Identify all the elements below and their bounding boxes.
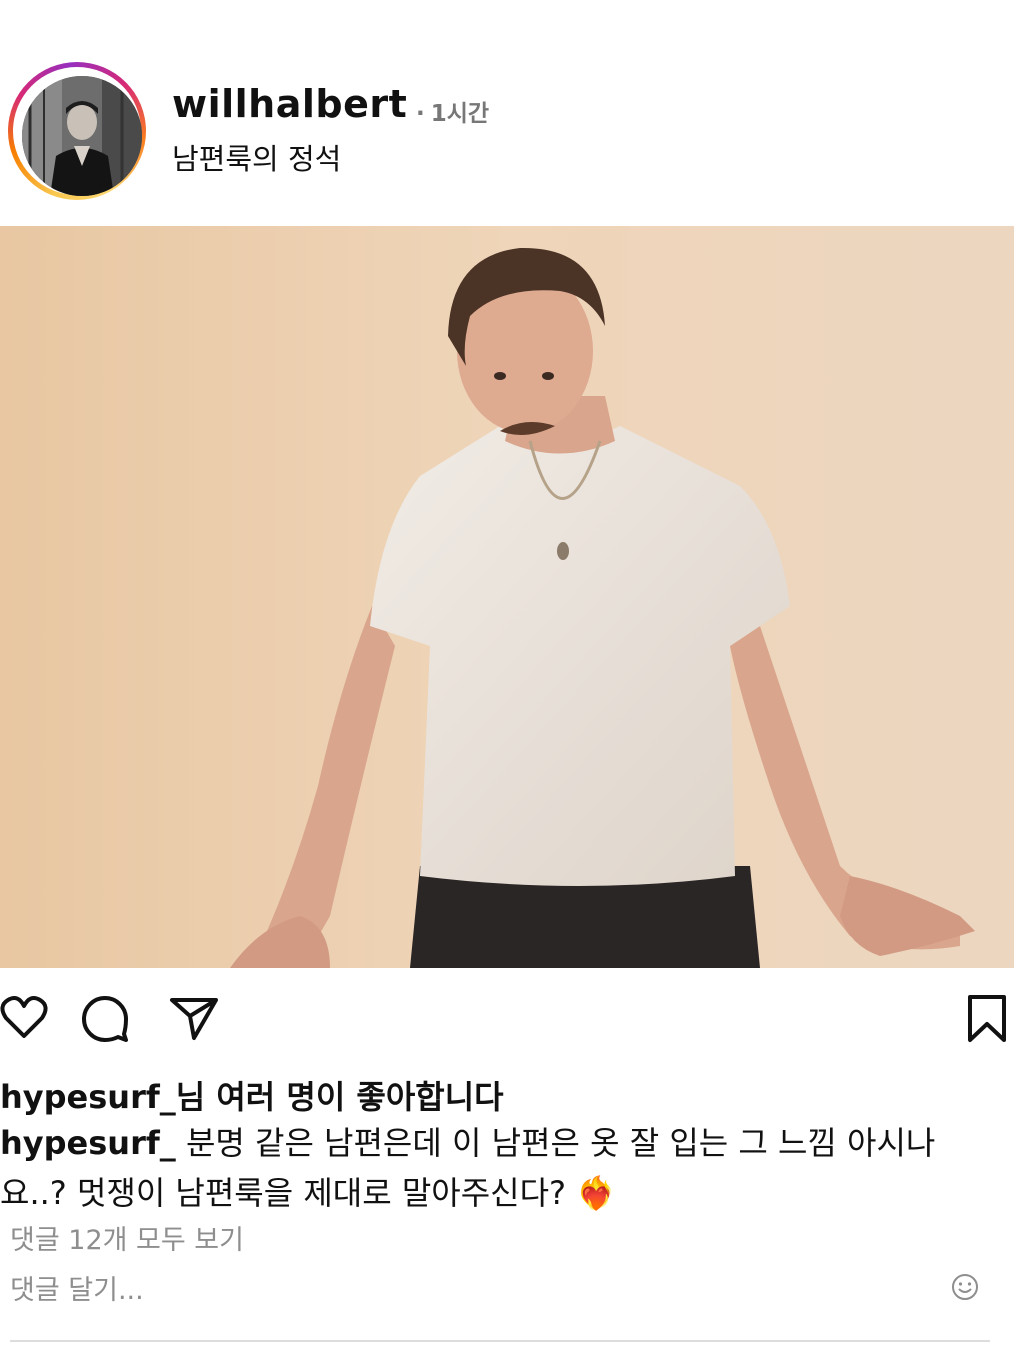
heart-icon bbox=[0, 996, 48, 1046]
time-label: 1시간 bbox=[430, 101, 490, 127]
comment-button[interactable] bbox=[80, 994, 130, 1044]
post-username[interactable]: willhalbert bbox=[172, 82, 407, 126]
separator-dot: · bbox=[416, 101, 425, 127]
likes-summary[interactable]: hypesurf_님 여러 명이 좋아합니다 bbox=[0, 1072, 504, 1118]
post-caption: hypesurf_ 분명 같은 남편은데 이 남편은 옷 잘 입는 그 느낌 아… bbox=[0, 1118, 1000, 1218]
likes-username[interactable]: hypesurf_ bbox=[0, 1078, 176, 1116]
send-icon bbox=[168, 998, 220, 1046]
caption-username[interactable]: hypesurf_ bbox=[0, 1124, 176, 1162]
save-button[interactable] bbox=[966, 994, 1008, 1044]
likes-text: 님 여러 명이 좋아합니다 bbox=[175, 1078, 504, 1116]
bookmark-icon bbox=[966, 995, 1008, 1048]
story-ring[interactable] bbox=[8, 62, 146, 200]
divider bbox=[10, 1340, 990, 1342]
comment-icon bbox=[80, 996, 130, 1048]
add-comment-input[interactable]: 댓글 달기... bbox=[10, 1268, 144, 1307]
like-button[interactable] bbox=[0, 994, 48, 1042]
heart-on-fire-emoji: ❤️‍🔥 bbox=[576, 1174, 617, 1212]
post-location-subtitle[interactable]: 남편룩의 정석 bbox=[172, 136, 341, 178]
avatar-photo bbox=[22, 76, 142, 196]
view-all-comments-link[interactable]: 댓글 12개 모두 보기 bbox=[10, 1218, 244, 1257]
avatar[interactable] bbox=[22, 76, 142, 196]
post-photo[interactable] bbox=[0, 226, 1014, 968]
post-screen: willhalbert · 1시간 남편룩의 정석 hypesurf_님 여러 … bbox=[0, 0, 1014, 1350]
share-button[interactable] bbox=[168, 994, 220, 1042]
post-timestamp: · 1시간 bbox=[416, 94, 489, 128]
smiley-icon bbox=[950, 1274, 980, 1306]
emoji-button[interactable] bbox=[950, 1272, 980, 1302]
man-in-white-tshirt-image bbox=[0, 226, 1014, 968]
